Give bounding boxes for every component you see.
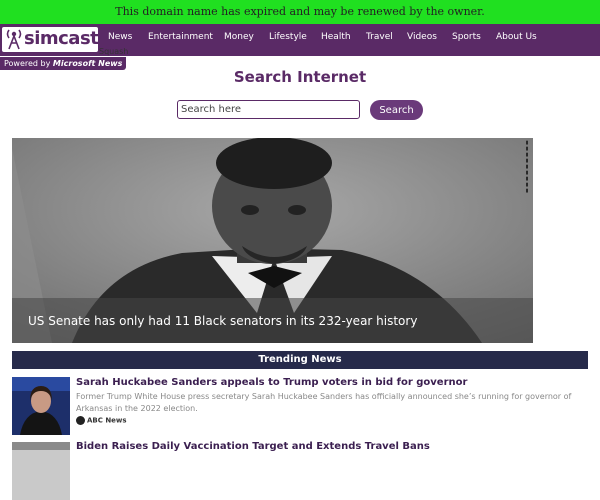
news-item[interactable]: Sarah Huckabee Sanders appeals to Trump … (12, 377, 588, 439)
nav-item-squash[interactable]: Squash (99, 47, 128, 56)
news-thumbnail[interactable] (12, 442, 70, 500)
news-thumbnail[interactable] (12, 377, 70, 435)
nav-item-money[interactable]: Money (224, 32, 254, 42)
powered-by-prefix: Powered by (4, 59, 51, 68)
news-title[interactable]: Sarah Huckabee Sanders appeals to Trump … (76, 377, 467, 388)
nav-item-about-us[interactable]: About Us (496, 32, 537, 42)
search-title: Search Internet (233, 68, 367, 86)
hero-caption[interactable]: US Senate has only had 11 Black senators… (28, 314, 417, 328)
trending-news-heading: Trending News (12, 351, 588, 369)
photo-credit-mark: ▮▮▮▮▮▮▮▮▮ (524, 140, 530, 194)
news-source: ABC News (76, 416, 127, 425)
nav-item-sports[interactable]: Sports (452, 32, 481, 42)
domain-expired-banner: This domain name has expired and may be … (0, 0, 600, 24)
top-nav-bar: simcast News Entertainment Money Lifesty… (0, 24, 600, 56)
news-description: Former Trump White House press secretary… (76, 392, 572, 413)
news-title[interactable]: Biden Raises Daily Vaccination Target an… (76, 441, 430, 452)
nav-item-travel[interactable]: Travel (366, 32, 393, 42)
news-source-label: ABC News (87, 416, 127, 425)
hero-story[interactable]: ▮▮▮▮▮▮▮▮▮ US Senate has only had 11 Blac… (12, 138, 533, 343)
powered-by-brand: Microsoft News (52, 59, 123, 68)
news-item[interactable]: Biden Raises Daily Vaccination Target an… (12, 441, 588, 500)
logo-text: simcast (24, 28, 99, 49)
search-input[interactable] (177, 100, 360, 119)
nav-item-health[interactable]: Health (321, 32, 351, 42)
abc-news-logo-icon (76, 416, 85, 425)
nav-item-entertainment[interactable]: Entertainment (148, 32, 213, 42)
site-logo[interactable]: simcast (2, 27, 99, 52)
nav-item-lifestyle[interactable]: Lifestyle (269, 32, 307, 42)
nav-item-videos[interactable]: Videos (407, 32, 437, 42)
search-button[interactable]: Search (370, 100, 423, 120)
nav-item-news[interactable]: News (108, 32, 132, 42)
radio-tower-icon (6, 29, 22, 50)
